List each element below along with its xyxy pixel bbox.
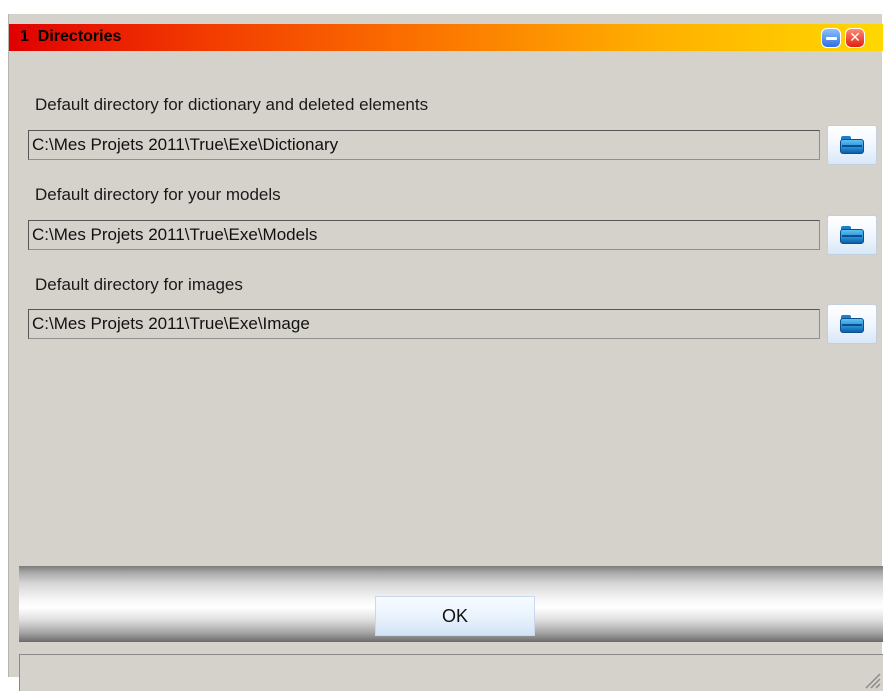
images-dir-field[interactable]: C:\Mes Projets 2011\True\Exe\Image [28,309,820,339]
images-browse-button[interactable] [827,304,877,344]
models-dir-field[interactable]: C:\Mes Projets 2011\True\Exe\Models [28,220,820,250]
dictionary-browse-button[interactable] [827,125,877,165]
resize-grip-icon[interactable] [861,669,881,689]
dictionary-dir-label: Default directory for dictionary and del… [35,95,429,114]
ok-button[interactable]: OK [375,596,535,636]
directories-dialog: 1 Directories ✕ Default directory for di… [8,14,883,691]
close-icon: ✕ [849,30,861,46]
dictionary-dir-field[interactable]: C:\Mes Projets 2011\True\Exe\Dictionary [28,130,820,160]
window-title: 1 Directories [20,28,122,45]
images-dir-label: Default directory for images [35,275,243,294]
close-button[interactable]: ✕ [845,28,865,48]
models-browse-button[interactable] [827,215,877,255]
folder-icon [840,315,864,333]
minimize-icon [825,36,837,40]
folder-icon [840,226,864,244]
folder-icon [840,136,864,154]
status-bar [19,654,883,691]
minimize-button[interactable] [821,28,841,48]
models-dir-label: Default directory for your models [35,185,281,204]
title-bar[interactable]: 1 Directories ✕ [9,24,883,51]
